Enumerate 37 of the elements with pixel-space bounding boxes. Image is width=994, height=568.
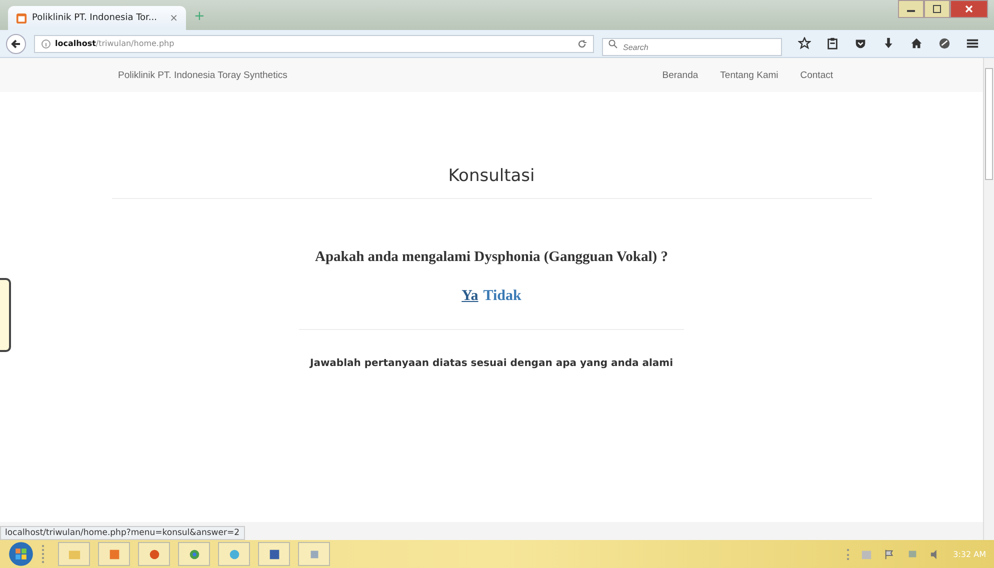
tab-title: Poliklinik PT. Indonesia Tor... [32, 13, 157, 23]
info-icon [41, 38, 51, 48]
browser-taskbar-icon[interactable] [138, 542, 170, 566]
instruction-text: Jawablah pertanyaan diatas sesuai dengan apa yang anda alami [310, 358, 674, 369]
scrollbar[interactable] [983, 58, 994, 540]
question-text: Apakah anda mengalami Dysphonia (Gangguan Vokal) ? [315, 249, 668, 266]
page-heading: Konsultasi [448, 166, 535, 186]
menu-icon[interactable] [966, 37, 979, 50]
site-brand-link[interactable]: Poliklinik PT. Indonesia Toray Synthetics [118, 70, 288, 80]
browser-tab[interactable]: Poliklinik PT. Indonesia Tor... × [8, 6, 186, 30]
answer-link[interactable]: Ya [462, 288, 478, 305]
clipboard-icon[interactable] [826, 37, 839, 50]
nav-link[interactable]: Tentang Kami [720, 70, 778, 80]
close-icon [964, 4, 974, 14]
close-tab-button[interactable]: × [170, 12, 178, 24]
player-taskbar-icon[interactable] [98, 542, 130, 566]
status-url: localhost/triwulan/home.php?menu=konsul&answer=2 [0, 526, 245, 540]
maximize-icon [932, 4, 942, 14]
side-handle[interactable] [0, 278, 11, 352]
download-icon[interactable] [882, 37, 895, 50]
flag-icon[interactable] [884, 548, 896, 560]
star-icon[interactable] [798, 37, 811, 50]
minimize-button[interactable] [898, 0, 924, 18]
answer-link[interactable]: Tidak [483, 288, 522, 305]
close-button[interactable] [950, 0, 988, 18]
back-button[interactable] [6, 34, 26, 54]
maximize-button[interactable] [924, 0, 950, 18]
reload-icon[interactable] [577, 38, 587, 48]
search-field[interactable]: Search [602, 38, 782, 56]
calendar-icon [16, 12, 27, 24]
nav-link[interactable]: Beranda [662, 70, 698, 80]
search-icon [608, 38, 618, 48]
address-bar[interactable]: localhost/triwulan/home.php [34, 34, 594, 52]
home-icon[interactable] [910, 37, 923, 50]
start-button[interactable] [8, 541, 34, 567]
nav-link[interactable]: Contact [800, 70, 833, 80]
back-arrow-icon [10, 38, 22, 50]
